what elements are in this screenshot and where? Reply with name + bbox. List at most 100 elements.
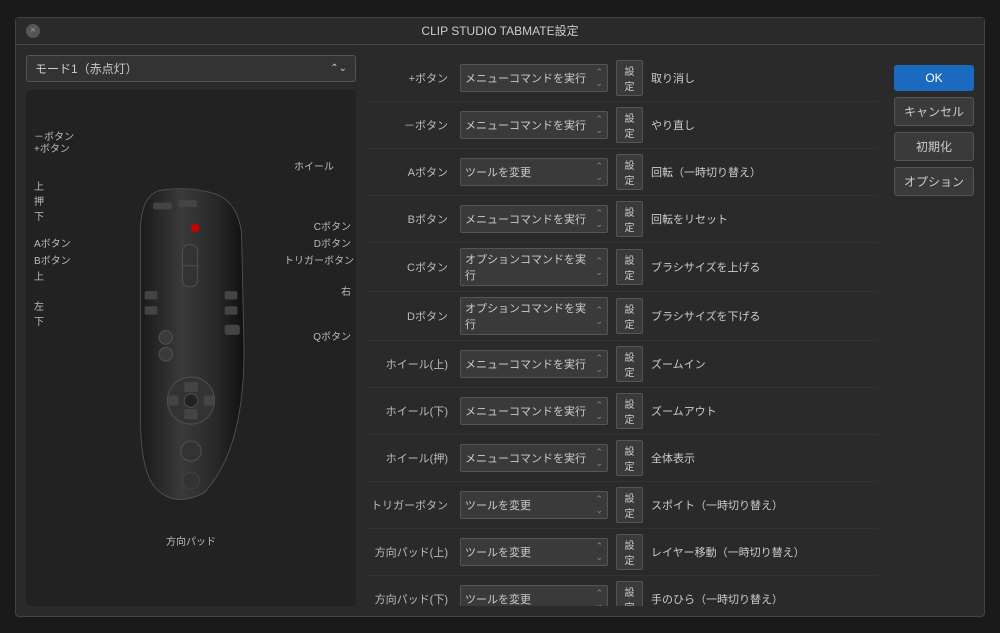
command-dropdown-cell[interactable]: ツールを変更 ⌃⌄	[456, 481, 612, 528]
cancel-button[interactable]: キャンセル	[894, 97, 974, 126]
command-dropdown[interactable]: ツールを変更 ⌃⌄	[460, 585, 608, 606]
command-dropdown-cell[interactable]: ツールを変更 ⌃⌄	[456, 148, 612, 195]
table-row: Cボタン オプションコマンドを実行 ⌃⌄ 設定 ブラシサイズを上げる	[366, 242, 878, 291]
dropdown-arrow-icon: ⌃⌄	[595, 400, 603, 422]
command-dropdown[interactable]: オプションコマンドを実行 ⌃⌄	[460, 297, 608, 335]
command-text: ツールを変更	[465, 497, 531, 513]
command-dropdown[interactable]: メニューコマンドを実行 ⌃⌄	[460, 444, 608, 472]
label-left: 左	[34, 298, 44, 313]
command-dropdown-cell[interactable]: メニューコマンドを実行 ⌃⌄	[456, 101, 612, 148]
dropdown-arrow-icon: ⌃⌄	[595, 208, 603, 230]
dropdown-arrow-icon: ⌃⌄	[595, 114, 603, 136]
settings-table: +ボタン メニューコマンドを実行 ⌃⌄ 設定 取り消し －ボタン メニューコマン…	[366, 55, 878, 606]
settings-button[interactable]: 設定	[616, 440, 643, 476]
mode-selector[interactable]: モード1（赤点灯） ⌃⌄	[26, 55, 356, 82]
command-text: オプションコマンドを実行	[465, 300, 593, 332]
command-text: メニューコマンドを実行	[465, 403, 586, 419]
command-text: ツールを変更	[465, 164, 531, 180]
settings-cell[interactable]: 設定	[612, 340, 647, 387]
button-label: Aボタン	[366, 148, 456, 195]
dropdown-arrow-icon: ⌃⌄	[595, 494, 603, 516]
label-up: 上	[34, 178, 44, 193]
command-dropdown[interactable]: ツールを変更 ⌃⌄	[460, 491, 608, 519]
settings-button[interactable]: 設定	[616, 249, 643, 285]
dropdown-arrow-icon: ⌃⌄	[595, 161, 603, 183]
settings-button[interactable]: 設定	[616, 60, 643, 96]
button-label: 方向パッド(上)	[366, 528, 456, 575]
button-label: Dボタン	[366, 291, 456, 340]
button-label: Bボタン	[366, 195, 456, 242]
command-text: メニューコマンドを実行	[465, 356, 586, 372]
action-label: スポイト（一時切り替え）	[647, 481, 878, 528]
settings-button[interactable]: 設定	[616, 107, 643, 143]
table-row: ホイール(上) メニューコマンドを実行 ⌃⌄ 設定 ズームイン	[366, 340, 878, 387]
command-dropdown-cell[interactable]: オプションコマンドを実行 ⌃⌄	[456, 291, 612, 340]
settings-cell[interactable]: 設定	[612, 434, 647, 481]
label-wheel: ホイール	[294, 158, 334, 173]
action-label: 全体表示	[647, 434, 878, 481]
settings-cell[interactable]: 設定	[612, 195, 647, 242]
command-text: ツールを変更	[465, 591, 531, 606]
right-panel: +ボタン メニューコマンドを実行 ⌃⌄ 設定 取り消し －ボタン メニューコマン…	[366, 55, 878, 606]
button-label: ホイール(下)	[366, 387, 456, 434]
command-dropdown-cell[interactable]: メニューコマンドを実行 ⌃⌄	[456, 195, 612, 242]
settings-button[interactable]: 設定	[616, 201, 643, 237]
label-push: 押	[34, 193, 44, 208]
command-dropdown[interactable]: オプションコマンドを実行 ⌃⌄	[460, 248, 608, 286]
command-dropdown-cell[interactable]: メニューコマンドを実行 ⌃⌄	[456, 340, 612, 387]
settings-button[interactable]: 設定	[616, 393, 643, 429]
command-text: メニューコマンドを実行	[465, 70, 586, 86]
window-title: CLIP STUDIO TABMATE設定	[421, 22, 578, 39]
action-label: ズームアウト	[647, 387, 878, 434]
close-button[interactable]: ×	[26, 24, 40, 38]
settings-cell[interactable]: 設定	[612, 55, 647, 102]
table-row: 方向パッド(下) ツールを変更 ⌃⌄ 設定 手のひら（一時切り替え）	[366, 575, 878, 606]
settings-button[interactable]: 設定	[616, 487, 643, 523]
mode-label: モード1（赤点灯）	[35, 60, 138, 77]
command-dropdown[interactable]: ツールを変更 ⌃⌄	[460, 158, 608, 186]
label-q-btn: Qボタン	[313, 328, 351, 343]
command-dropdown-cell[interactable]: メニューコマンドを実行 ⌃⌄	[456, 434, 612, 481]
command-dropdown-cell[interactable]: メニューコマンドを実行 ⌃⌄	[456, 55, 612, 102]
settings-cell[interactable]: 設定	[612, 101, 647, 148]
settings-cell[interactable]: 設定	[612, 148, 647, 195]
command-dropdown-cell[interactable]: メニューコマンドを実行 ⌃⌄	[456, 387, 612, 434]
settings-button[interactable]: 設定	[616, 534, 643, 570]
button-label: －ボタン	[366, 101, 456, 148]
settings-cell[interactable]: 設定	[612, 242, 647, 291]
settings-button[interactable]: 設定	[616, 346, 643, 382]
label-up2: 上	[34, 268, 44, 283]
command-dropdown-cell[interactable]: オプションコマンドを実行 ⌃⌄	[456, 242, 612, 291]
dropdown-arrow-icon: ⌃⌄	[595, 305, 603, 327]
reset-button[interactable]: 初期化	[894, 132, 974, 161]
settings-cell[interactable]: 設定	[612, 387, 647, 434]
command-dropdown[interactable]: メニューコマンドを実行 ⌃⌄	[460, 397, 608, 425]
options-button[interactable]: オプション	[894, 167, 974, 196]
ok-button[interactable]: OK	[894, 65, 974, 91]
settings-cell[interactable]: 設定	[612, 291, 647, 340]
command-dropdown[interactable]: メニューコマンドを実行 ⌃⌄	[460, 350, 608, 378]
settings-cell[interactable]: 設定	[612, 575, 647, 606]
command-dropdown-cell[interactable]: ツールを変更 ⌃⌄	[456, 575, 612, 606]
settings-button[interactable]: 設定	[616, 581, 643, 606]
label-direction-pad: 方向パッド	[166, 533, 216, 548]
title-bar: × CLIP STUDIO TABMATE設定	[16, 18, 984, 45]
button-label: ホイール(上)	[366, 340, 456, 387]
action-label: ブラシサイズを下げる	[647, 291, 878, 340]
settings-cell[interactable]: 設定	[612, 481, 647, 528]
settings-button[interactable]: 設定	[616, 154, 643, 190]
command-dropdown[interactable]: メニューコマンドを実行 ⌃⌄	[460, 205, 608, 233]
command-dropdown[interactable]: メニューコマンドを実行 ⌃⌄	[460, 111, 608, 139]
dropdown-arrow-icon: ⌃⌄	[595, 353, 603, 375]
label-trigger: トリガーボタン	[284, 252, 354, 267]
command-dropdown[interactable]: メニューコマンドを実行 ⌃⌄	[460, 64, 608, 92]
settings-button[interactable]: 設定	[616, 298, 643, 334]
command-dropdown-cell[interactable]: ツールを変更 ⌃⌄	[456, 528, 612, 575]
content-area: モード1（赤点灯） ⌃⌄	[16, 45, 984, 616]
command-dropdown[interactable]: ツールを変更 ⌃⌄	[460, 538, 608, 566]
action-buttons: OK キャンセル 初期化 オプション	[888, 55, 974, 606]
table-row: Aボタン ツールを変更 ⌃⌄ 設定 回転（一時切り替え）	[366, 148, 878, 195]
button-label: +ボタン	[366, 55, 456, 102]
dropdown-arrow-icon: ⌃⌄	[595, 541, 603, 563]
settings-cell[interactable]: 設定	[612, 528, 647, 575]
